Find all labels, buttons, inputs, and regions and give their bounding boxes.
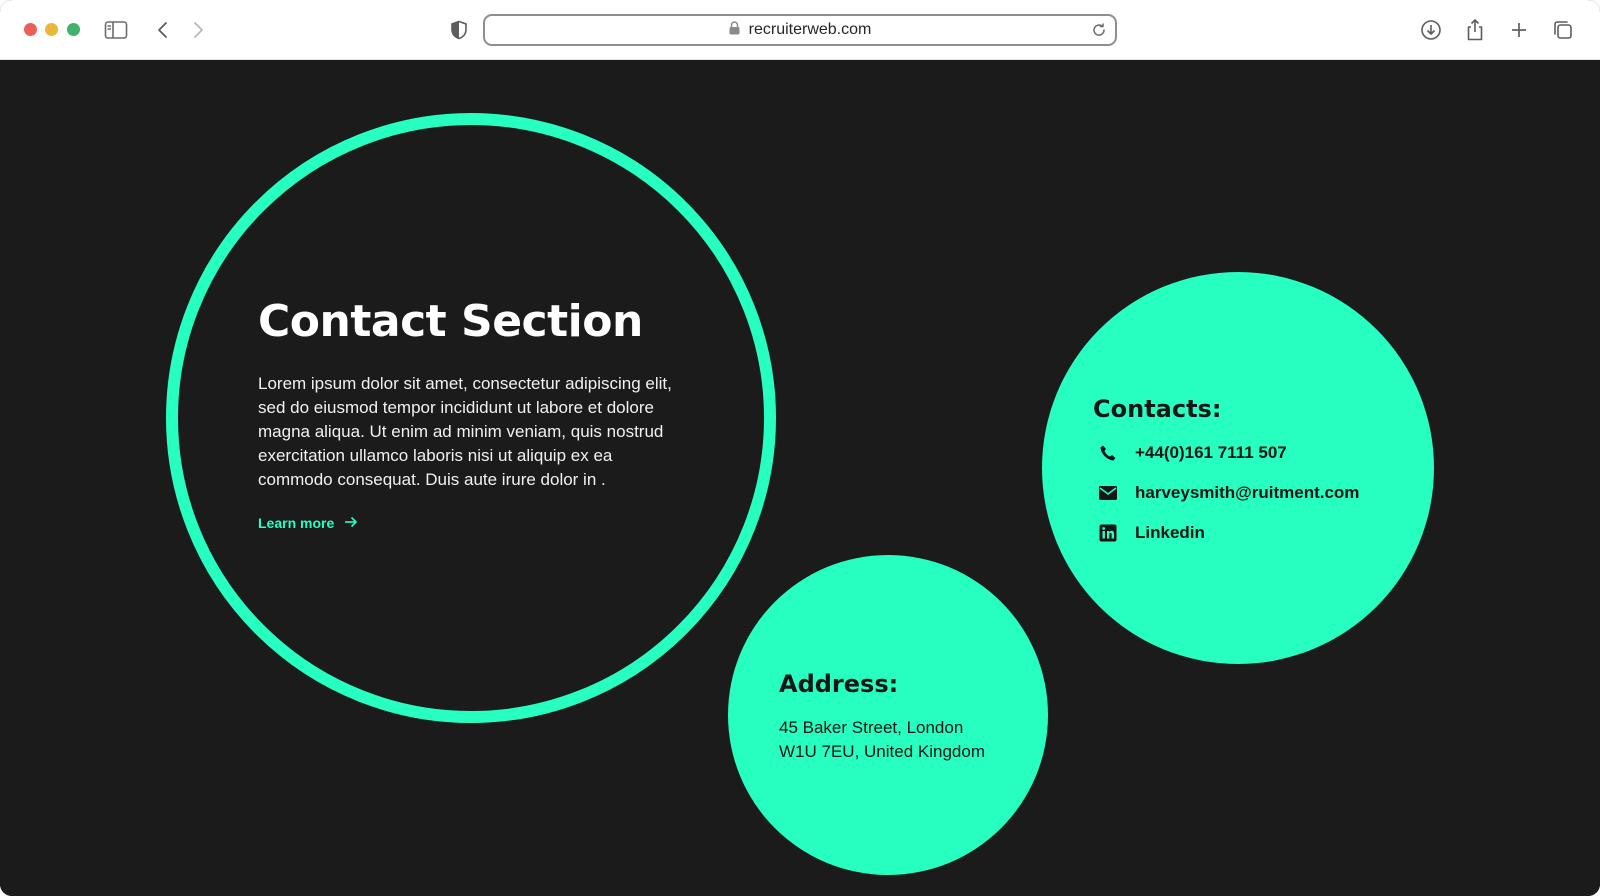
linkedin-contact[interactable]: Linkedin	[1097, 523, 1205, 543]
address-bubble	[728, 555, 1048, 875]
sidebar-toggle-icon[interactable]	[102, 16, 130, 44]
address-text: 45 Baker Street, London W1U 7EU, United …	[779, 716, 985, 764]
tab-overview-icon[interactable]	[1549, 16, 1577, 44]
back-arrow-icon[interactable]	[149, 16, 177, 44]
address-line-1: 45 Baker Street, London	[779, 718, 964, 737]
address-bar[interactable]: recruiterweb.com	[483, 14, 1117, 46]
close-window-button[interactable]	[24, 23, 37, 36]
zoom-window-button[interactable]	[67, 23, 80, 36]
page-title: Contact Section	[258, 296, 643, 347]
address-title: Address:	[779, 670, 899, 698]
url-text: recruiterweb.com	[748, 21, 872, 38]
email-contact[interactable]: harveysmith@ruitment.com	[1097, 483, 1359, 503]
new-tab-icon[interactable]	[1505, 16, 1533, 44]
linkedin-icon	[1097, 524, 1119, 542]
arrow-right-icon	[344, 515, 358, 531]
forward-arrow-icon[interactable]	[184, 16, 212, 44]
phone-contact[interactable]: +44(0)161 7111 507	[1097, 443, 1287, 463]
contacts-title: Contacts:	[1093, 395, 1222, 423]
envelope-icon	[1097, 485, 1119, 501]
browser-window: recruiterweb.com Contact Section Lorem i…	[0, 0, 1600, 896]
reload-icon[interactable]	[1091, 22, 1107, 43]
phone-icon	[1097, 444, 1119, 462]
privacy-shield-icon[interactable]	[445, 16, 473, 44]
contact-page: Contact Section Lorem ipsum dolor sit am…	[0, 60, 1600, 896]
learn-more-label: Learn more	[258, 515, 335, 531]
lock-icon	[729, 20, 740, 40]
hero-description: Lorem ipsum dolor sit amet, consectetur …	[258, 374, 672, 489]
contacts-bubble	[1042, 272, 1434, 664]
learn-more-link[interactable]: Learn more	[258, 515, 358, 531]
download-icon[interactable]	[1417, 16, 1445, 44]
browser-toolbar: recruiterweb.com	[0, 0, 1600, 60]
minimize-window-button[interactable]	[45, 23, 58, 36]
phone-number: +44(0)161 7111 507	[1135, 443, 1287, 462]
address-line-2: W1U 7EU, United Kingdom	[779, 742, 985, 761]
share-icon[interactable]	[1461, 16, 1489, 44]
linkedin-label: Linkedin	[1135, 523, 1205, 542]
email-address: harveysmith@ruitment.com	[1135, 483, 1360, 502]
